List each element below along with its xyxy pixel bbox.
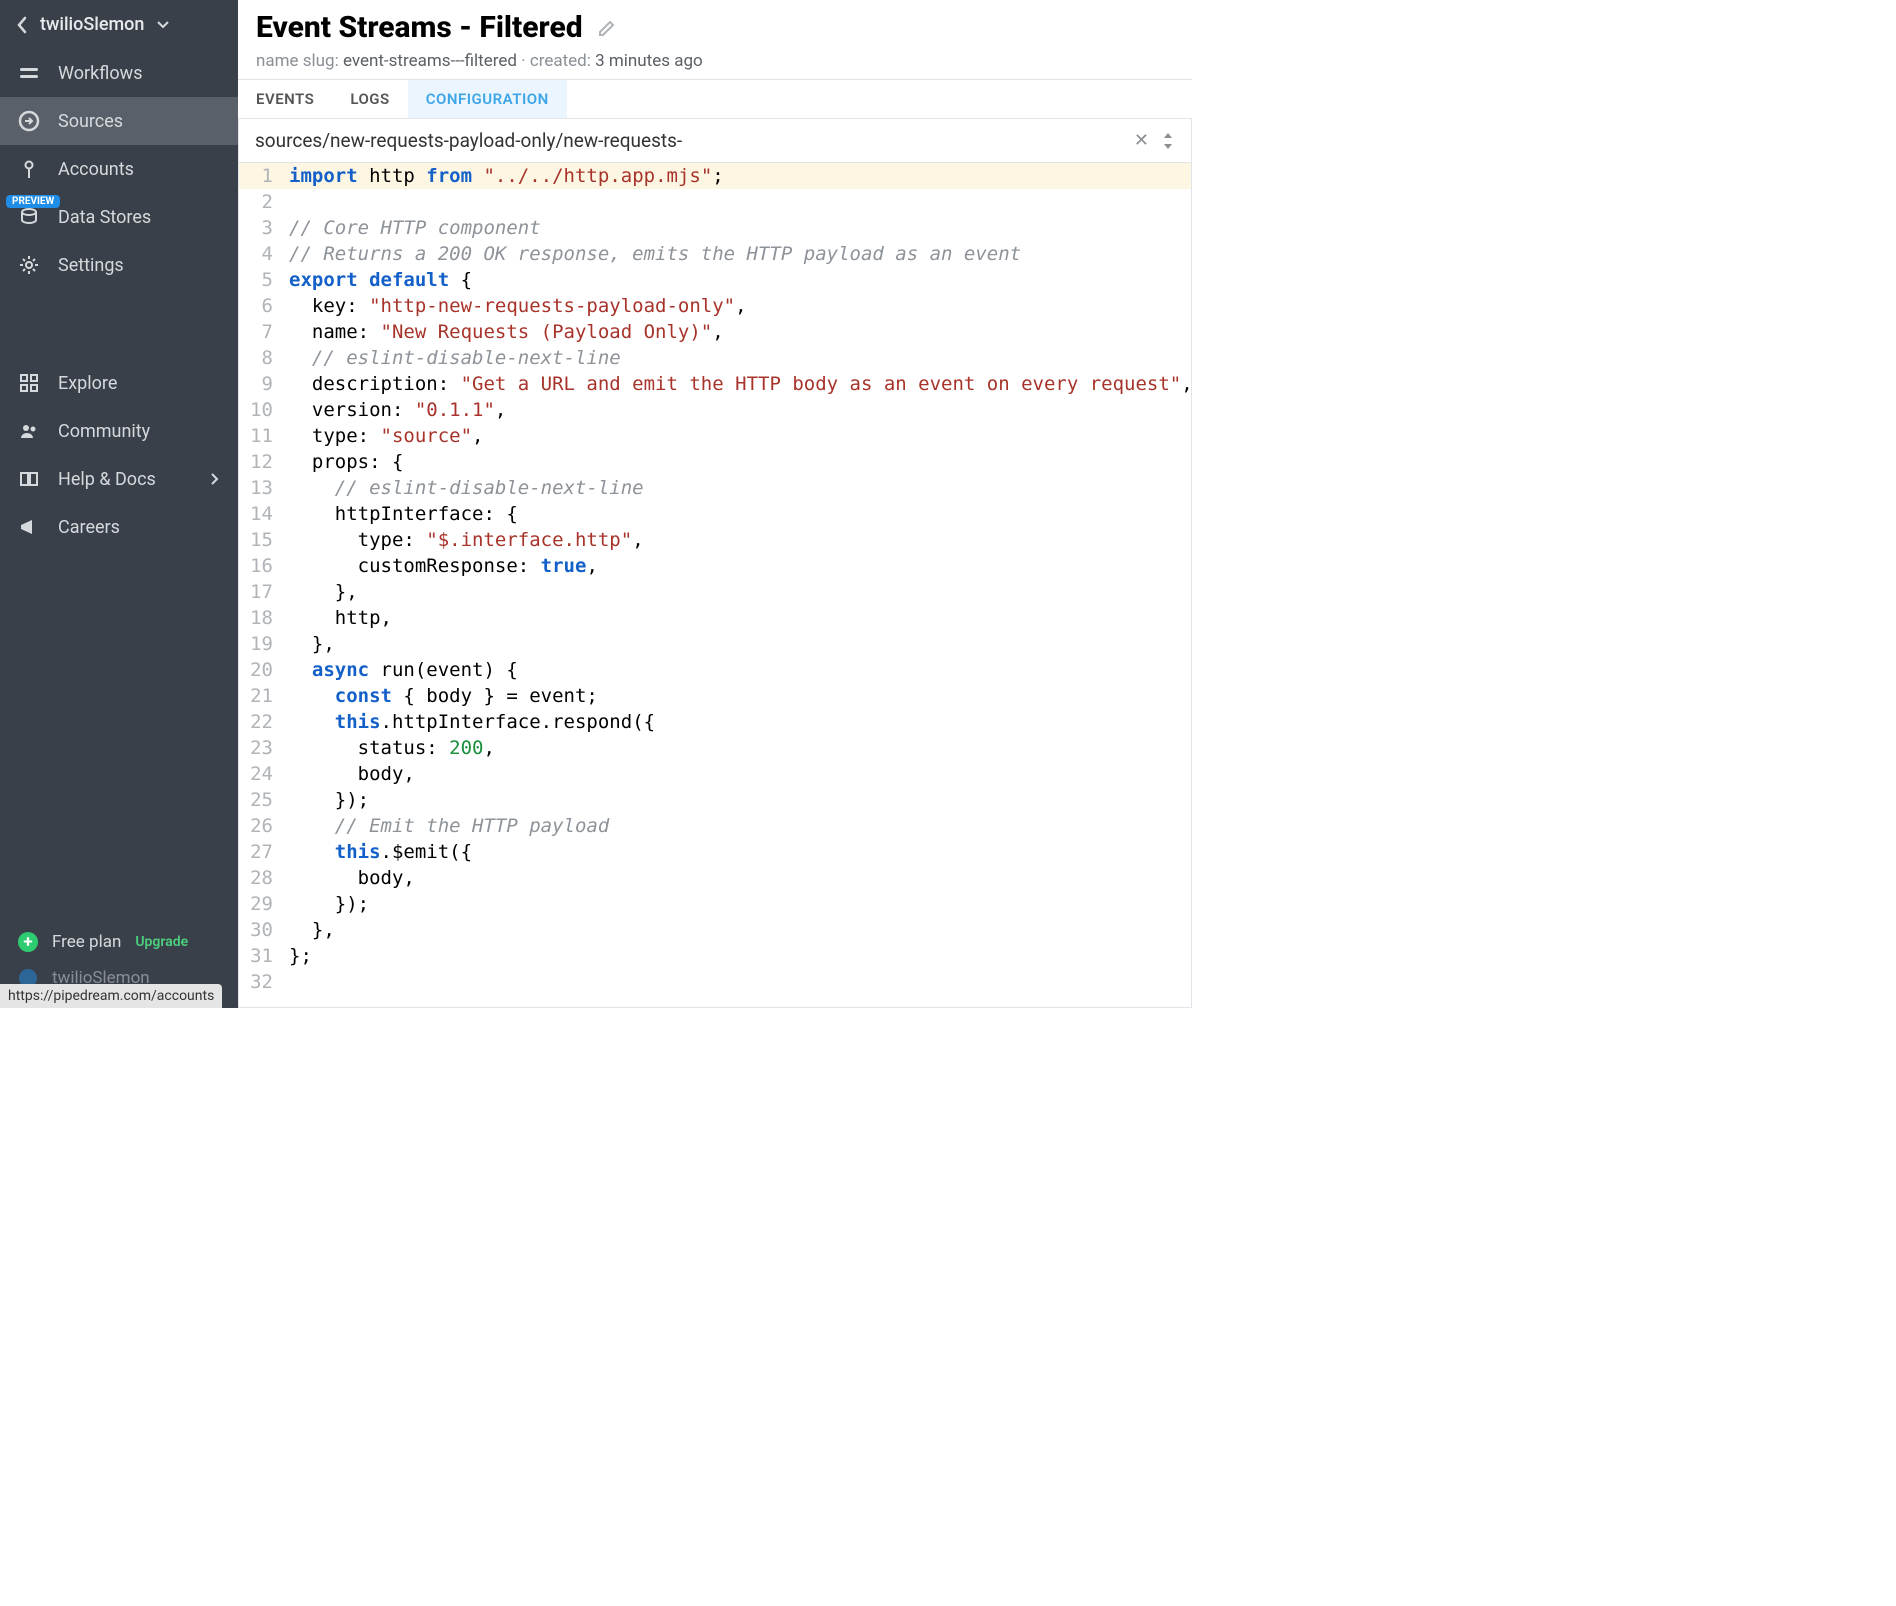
path-bar: sources/new-requests-payload-only/new-re… bbox=[238, 119, 1192, 163]
sidebar-item-label: Sources bbox=[58, 111, 123, 132]
sidebar-item-careers[interactable]: Careers bbox=[0, 503, 238, 551]
url-preview: https://pipedream.com/accounts bbox=[0, 984, 222, 1008]
tabs: EVENTS LOGS CONFIGURATION bbox=[238, 80, 1192, 119]
header: Event Streams - Filtered name slug: even… bbox=[238, 0, 1192, 80]
sort-icon[interactable] bbox=[1161, 132, 1175, 150]
sidebar-item-label: Careers bbox=[58, 517, 120, 538]
sidebar-item-label: Data Stores bbox=[58, 207, 151, 228]
sidebar-item-help[interactable]: Help & Docs bbox=[0, 455, 238, 503]
megaphone-icon bbox=[18, 516, 40, 538]
workspace-switcher[interactable]: twilioSlemon bbox=[0, 0, 238, 49]
sidebar-item-workflows[interactable]: Workflows bbox=[0, 49, 238, 97]
created-value: 3 minutes ago bbox=[595, 51, 703, 71]
explore-icon bbox=[18, 372, 40, 394]
accounts-icon bbox=[18, 158, 40, 180]
file-path: sources/new-requests-payload-only/new-re… bbox=[255, 129, 1122, 152]
plan-label: Free plan bbox=[52, 932, 121, 952]
page-title: Event Streams - Filtered bbox=[256, 10, 583, 45]
sidebar-item-accounts[interactable]: Accounts bbox=[0, 145, 238, 193]
workflows-icon bbox=[18, 62, 40, 84]
gear-icon bbox=[18, 254, 40, 276]
code-editor[interactable]: 1import http from "../../http.app.mjs"; … bbox=[238, 163, 1192, 1008]
sidebar-item-label: Help & Docs bbox=[58, 469, 156, 490]
sidebar-item-label: Settings bbox=[58, 255, 124, 276]
sources-icon bbox=[18, 110, 40, 132]
sidebar-item-sources[interactable]: Sources bbox=[0, 97, 238, 145]
tab-configuration[interactable]: CONFIGURATION bbox=[408, 80, 567, 118]
sidebar-item-label: Workflows bbox=[58, 63, 143, 84]
sidebar-item-explore[interactable]: Explore bbox=[0, 359, 238, 407]
chevron-down-icon bbox=[156, 20, 170, 30]
created-label: created: bbox=[530, 51, 591, 71]
workspace-name: twilioSlemon bbox=[40, 14, 144, 35]
back-icon bbox=[16, 16, 28, 34]
sidebar-item-community[interactable]: Community bbox=[0, 407, 238, 455]
plus-icon: + bbox=[18, 932, 38, 952]
sidebar-item-label: Explore bbox=[58, 373, 117, 394]
book-icon bbox=[18, 468, 40, 490]
database-icon bbox=[18, 206, 40, 228]
slug-value: event-streams---filtered bbox=[343, 51, 517, 71]
sidebar-item-datastores[interactable]: PREVIEW Data Stores bbox=[0, 193, 238, 241]
preview-badge: PREVIEW bbox=[6, 195, 60, 208]
upgrade-link[interactable]: Upgrade bbox=[135, 934, 188, 950]
edit-icon[interactable] bbox=[597, 18, 617, 38]
slug-label: name slug: bbox=[256, 51, 339, 71]
main: Event Streams - Filtered name slug: even… bbox=[238, 0, 1192, 1008]
sidebar-item-settings[interactable]: Settings bbox=[0, 241, 238, 289]
tab-logs[interactable]: LOGS bbox=[332, 80, 407, 118]
sidebar-item-label: Accounts bbox=[58, 159, 134, 180]
community-icon bbox=[18, 420, 40, 442]
close-icon[interactable]: ✕ bbox=[1134, 130, 1149, 151]
tab-events[interactable]: EVENTS bbox=[238, 80, 332, 118]
chevron-right-icon bbox=[210, 472, 220, 486]
sidebar-item-label: Community bbox=[58, 421, 150, 442]
plan-row[interactable]: + Free plan Upgrade bbox=[18, 924, 220, 960]
sidebar: twilioSlemon Workflows Sources Accounts … bbox=[0, 0, 238, 1008]
